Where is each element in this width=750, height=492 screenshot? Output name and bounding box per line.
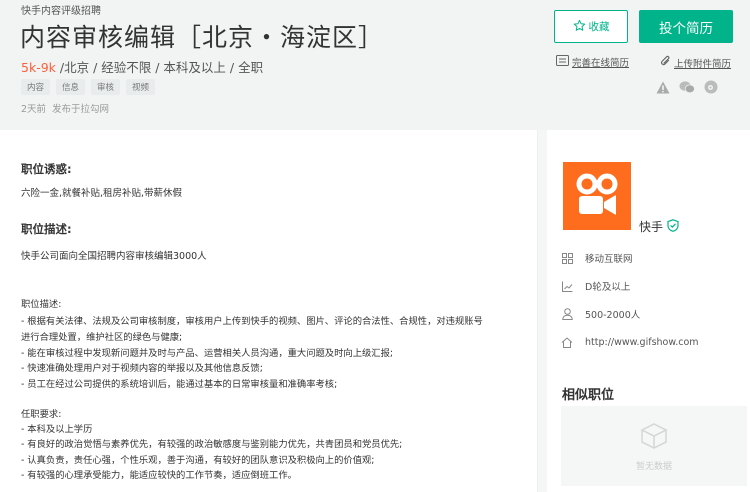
job-detail: 职位诱惑: 六险一金,就餐补贴,租房补贴,带薪休假 职位描述: 快手公司面向全国…	[0, 130, 538, 492]
website-link[interactable]: http://www.gifshow.com	[585, 337, 699, 348]
warning-icon[interactable]	[655, 80, 671, 94]
publish-info: 2天前 发布于拉勾网	[21, 101, 109, 115]
publish-source: 发布于拉勾网	[52, 104, 110, 115]
description-line: - 有较强的心理承受能力，能适应较快的工作节奏，适应倒班工作。	[21, 470, 297, 481]
company-stage: D轮及以上	[561, 279, 630, 293]
online-resume-label: 完善在线简历	[572, 58, 630, 69]
grid-icon	[561, 252, 573, 264]
company-size: 500-2000人	[561, 307, 640, 321]
publish-time: 2天前	[21, 104, 47, 115]
share-icons	[655, 80, 719, 94]
company-logo[interactable]	[563, 162, 631, 230]
wechat-icon[interactable]	[679, 80, 695, 94]
description-line: - 快速准确处理用户对于视频内容的举报以及其他信息反馈;	[21, 363, 263, 374]
similar-jobs-empty: 暂无数据	[561, 406, 747, 486]
company-line[interactable]: 快手内容评级招聘	[21, 2, 101, 17]
tag[interactable]: 信息	[56, 79, 86, 95]
description-line: - 认真负责，责任心强，个性乐观，善于沟通，有较好的团队意识及积极向上的价值观;	[21, 455, 375, 466]
industry-label: 移动互联网	[585, 254, 633, 265]
company-name-label: 快手	[639, 220, 664, 234]
description-line: - 本科及以上学历	[21, 424, 93, 435]
home-icon	[561, 336, 573, 348]
job-meta-rest: /北京 / 经验不限 / 本科及以上 / 全职	[55, 60, 264, 75]
description-title: 职位描述:	[21, 222, 72, 236]
user-icon	[561, 308, 573, 320]
description-line: 职位描述:	[21, 299, 62, 310]
salary: 5k-9k	[21, 60, 56, 75]
advantage-text: 六险一金,就餐补贴,租房补贴,带薪休假	[21, 188, 183, 199]
kuaishou-logo-icon	[576, 173, 618, 215]
verified-shield-icon	[667, 218, 679, 235]
description-line: 进行合理处置，维护社区的绿色与健康;	[21, 332, 183, 343]
company-industry: 移动互联网	[561, 251, 633, 265]
company-sidebar: 快手 移动互联网 D轮及以上 500-2000人 http://www.gifs…	[547, 130, 750, 492]
favorite-label: 收藏	[588, 21, 610, 33]
advantage-title: 职位诱惑:	[21, 162, 72, 176]
online-resume-link[interactable]: 完善在线简历	[556, 55, 629, 69]
job-title: 内容审核编辑［北京・海淀区］	[20, 23, 385, 52]
company-name[interactable]: 快手	[639, 218, 679, 235]
description-line: - 根据有关法律、法规及公司审核制度，审核用户上传到快手的视频、图片、评论的合法…	[21, 316, 483, 327]
size-label: 500-2000人	[585, 310, 641, 321]
resume-icon	[556, 55, 569, 69]
company-website[interactable]: http://www.gifshow.com	[561, 336, 699, 348]
stage-label: D轮及以上	[585, 282, 631, 293]
weibo-icon[interactable]	[703, 80, 719, 94]
description-line: - 员工在经过公司提供的系统培训后，能通过基本的日常审核量和准确率考核;	[21, 379, 338, 390]
job-header: 快手内容评级招聘 内容审核编辑［北京・海淀区］ 5k-9k /北京 / 经验不限…	[0, 0, 750, 130]
job-tags: 内容 信息 审核 视频	[21, 79, 156, 95]
description-line: - 有良好的政治觉悟与素养优先，有较强的政治敏感度与鉴别能力优先，共青团员和党员…	[21, 439, 403, 450]
paperclip-icon	[660, 55, 671, 70]
description-line: - 能在审核过程中发现新问题并及时与产品、运营相关人员沟通，重大问题及时向上级汇…	[21, 348, 394, 359]
trend-chart-icon	[561, 280, 573, 292]
empty-box-icon	[638, 421, 670, 453]
job-meta: 5k-9k /北京 / 经验不限 / 本科及以上 / 全职	[21, 57, 263, 76]
tag[interactable]: 视频	[126, 79, 156, 95]
star-icon	[573, 19, 586, 35]
upload-resume-link[interactable]: 上传附件简历	[660, 55, 731, 70]
description-line: 任职要求:	[21, 409, 62, 420]
description-intro: 快手公司面向全国招聘内容审核编辑3000人	[21, 251, 207, 262]
upload-resume-label: 上传附件简历	[674, 58, 732, 70]
apply-button[interactable]: 投个简历	[639, 10, 733, 43]
tag[interactable]: 审核	[91, 79, 121, 95]
tag[interactable]: 内容	[21, 79, 51, 95]
empty-text: 暂无数据	[635, 461, 672, 472]
favorite-button[interactable]: 收藏	[554, 10, 628, 43]
similar-jobs-title: 相似职位	[562, 388, 615, 403]
